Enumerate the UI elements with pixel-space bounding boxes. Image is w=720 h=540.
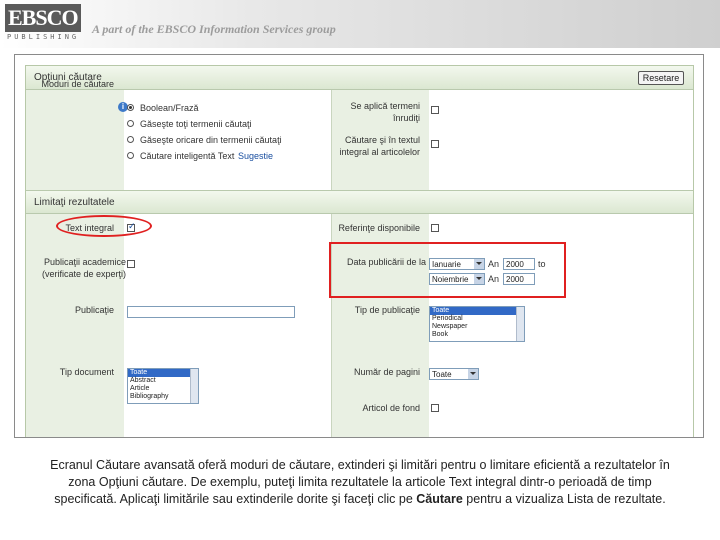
pub-type-listbox[interactable]: Toate Periodical Newspaper Book [429, 306, 525, 342]
cover-story-label: Articol de fond [362, 403, 420, 413]
screenshot-frame: Opţiuni căutare Resetare Moduri de căuta… [14, 54, 704, 438]
related-terms-checkbox[interactable] [431, 106, 439, 114]
doc-type-option[interactable]: Article [128, 385, 198, 393]
label-column [26, 90, 124, 190]
mode-radio-smarttext[interactable] [127, 152, 134, 159]
references-label: Referinţe disponibile [338, 223, 420, 233]
peer-reviewed-label: Publicaţii academice (verificate de expe… [41, 257, 126, 279]
pages-select[interactable]: Toate [429, 368, 479, 380]
header-tagline: A part of the EBSCO Information Services… [92, 22, 336, 36]
ebsco-logo[interactable]: EBSCO PUBLISHING [5, 4, 85, 44]
mode-label-any-terms: Găseşte oricare din termenii căutaţi [140, 135, 282, 145]
pub-type-option[interactable]: Newspaper [430, 323, 524, 331]
peer-reviewed-checkbox[interactable] [127, 260, 135, 268]
doc-type-option[interactable]: Toate [128, 369, 198, 377]
logo-sub: PUBLISHING [7, 33, 80, 41]
mode-label-smarttext: Căutare inteligentă Text [140, 151, 235, 161]
scrollbar[interactable] [190, 369, 198, 403]
doc-type-option[interactable]: Abstract [128, 377, 198, 385]
label-column [26, 214, 124, 437]
publication-label: Publicaţie [74, 305, 114, 315]
pages-label: Număr de pagini [353, 367, 420, 377]
fulltext-search-label: Căutare şi în textul integral al articol… [339, 135, 420, 157]
reset-button[interactable]: Resetare [638, 71, 684, 85]
mode-radio-any-terms[interactable] [127, 136, 134, 143]
doc-type-listbox[interactable]: Toate Abstract Article Bibliography [127, 368, 199, 404]
publication-input[interactable] [127, 306, 295, 318]
reset-label: Resetare [642, 73, 680, 83]
related-terms-label: Se aplică termeni înrudiţi [350, 101, 420, 123]
cover-story-checkbox[interactable] [431, 404, 439, 412]
full-text-highlight [56, 215, 152, 237]
advanced-search-panel: Opţiuni căutare Resetare Moduri de căuta… [25, 65, 694, 437]
doc-type-option[interactable]: Bibliography [128, 393, 198, 401]
mode-radio-all-terms[interactable] [127, 120, 134, 127]
slide-caption: Ecranul Căutare avansată oferă moduri de… [40, 457, 680, 508]
date-range-highlight [329, 242, 566, 298]
search-options-header: Opţiuni căutare [26, 66, 693, 90]
pub-type-option[interactable]: Book [430, 331, 524, 339]
logo-name: EBSCO [5, 4, 81, 32]
references-checkbox[interactable] [431, 224, 439, 232]
mode-label-all-terms: Găseşte toţi termenii căutaţi [140, 119, 252, 129]
chevron-down-icon [468, 369, 478, 379]
search-modes-label: Moduri de căutare [41, 79, 114, 89]
suggestion-link[interactable]: Sugestie [238, 150, 273, 162]
caption-search-bold: Căutare [416, 492, 463, 506]
limiters-header: Limitaţi rezultatele [26, 190, 693, 214]
pub-type-option[interactable]: Periodical [430, 315, 524, 323]
scrollbar[interactable] [516, 307, 524, 341]
column-divider [331, 90, 332, 190]
mode-label-boolean: Boolean/Frază [140, 103, 199, 113]
pub-type-label: Tip de publicaţie [354, 305, 420, 315]
header-banner: EBSCO PUBLISHING A part of the EBSCO Inf… [0, 0, 720, 48]
fulltext-search-checkbox[interactable] [431, 140, 439, 148]
mode-radio-boolean[interactable] [127, 104, 134, 111]
pub-type-option[interactable]: Toate [430, 307, 524, 315]
pages-value: Toate [432, 370, 452, 379]
doc-type-label: Tip document [59, 367, 114, 377]
limiters-title: Limitaţi rezultatele [34, 197, 115, 208]
caption-text-end: pentru a vizualiza Lista de rezultate. [462, 492, 666, 506]
